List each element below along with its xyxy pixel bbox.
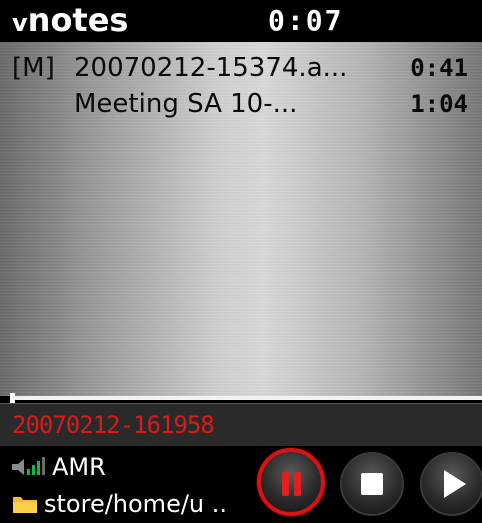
stop-button[interactable]	[340, 452, 404, 516]
vnotes-app: vnotes 0:07 [M] 20070212-15374.a... 0:41…	[0, 0, 482, 523]
app-title-prefix: v	[12, 9, 28, 37]
play-button[interactable]	[420, 452, 482, 516]
app-title: vnotes	[12, 2, 128, 41]
recording-duration: 0:41	[410, 54, 468, 82]
app-title-main: notes	[27, 1, 129, 39]
recording-duration: 1:04	[410, 90, 468, 118]
control-panel: AMR store/home/u ..	[0, 446, 482, 523]
pause-icon-bar	[294, 472, 301, 496]
recording-tag: [M]	[12, 53, 55, 83]
elapsed-time: 0:07	[268, 4, 344, 37]
pause-icon	[282, 472, 289, 496]
title-bar: vnotes 0:07	[0, 0, 482, 42]
codec-label: AMR	[52, 453, 106, 481]
list-item[interactable]: [M] 20070212-15374.a... 0:41	[0, 50, 482, 86]
path-label: store/home/u ..	[44, 490, 228, 518]
list-item[interactable]: Meeting SA 10-... 1:04	[0, 86, 482, 122]
pause-button[interactable]	[257, 448, 325, 516]
current-recording-name: 20070212-161958	[12, 411, 215, 439]
signal-icon	[12, 457, 45, 475]
play-icon	[444, 470, 466, 498]
current-recording-bar: 20070212-161958	[0, 403, 482, 447]
recording-name: 20070212-15374.a...	[74, 53, 348, 83]
folder-icon	[13, 497, 37, 513]
progress-handle[interactable]	[10, 393, 15, 403]
recordings-list: [M] 20070212-15374.a... 0:41 Meeting SA …	[0, 42, 482, 396]
recording-name: Meeting SA 10-...	[74, 89, 298, 119]
stop-icon	[361, 473, 383, 495]
progress-track[interactable]	[12, 396, 482, 400]
